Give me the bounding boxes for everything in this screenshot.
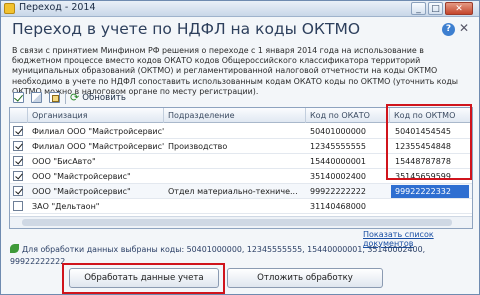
okato-cell: 50401000000: [310, 127, 366, 136]
header-check: [10, 108, 28, 123]
okato-cell: 35140002400: [310, 172, 366, 181]
oktmo-edit-field[interactable]: 99922222332: [391, 185, 469, 198]
oktmo-cell[interactable]: 35145659599: [391, 169, 471, 184]
refresh-button[interactable]: ⟳ Обновить: [70, 91, 126, 105]
okato-oktmo-table[interactable]: Организация Подразделение Код по ОКАТО К…: [9, 107, 473, 229]
status-text: Для обработки данных выбраны коды: 50401…: [10, 245, 426, 266]
toolbar-separator: [65, 92, 66, 104]
dept-cell: [164, 169, 306, 184]
dept-cell: [164, 199, 306, 214]
row-checkbox[interactable]: [13, 141, 23, 151]
info-leaf-icon: [10, 244, 19, 253]
row-checkbox[interactable]: [13, 126, 23, 136]
org-cell: ООО "Майстройсервис": [32, 172, 131, 181]
okato-cell: 31140468000: [310, 202, 366, 211]
dept-cell: Отдел материально-техниче...: [168, 187, 298, 196]
row-checkbox[interactable]: [13, 186, 23, 196]
okato-cell: 12345555555: [310, 142, 366, 151]
table-header: Организация Подразделение Код по ОКАТО К…: [10, 108, 472, 123]
dept-cell: Производство: [168, 142, 228, 151]
selected-codes-status: Для обработки данных выбраны коды: 50401…: [10, 244, 472, 266]
table-row[interactable]: ООО "Майстройсервис" 35140002400 3514565…: [10, 169, 472, 184]
page-title: Переход в учете по НДФЛ на коды ОКТМО: [12, 20, 361, 38]
heading-row: Переход в учете по НДФЛ на коды ОКТМО ? …: [1, 18, 479, 43]
row-checkbox[interactable]: [13, 201, 23, 211]
minimize-button[interactable]: _: [411, 2, 426, 15]
horizontal-scrollbar[interactable]: [10, 216, 472, 228]
org-cell: Филиал ООО "Майстройсервис" в г. Нов...: [32, 142, 164, 151]
oktmo-cell[interactable]: 12355454848: [391, 139, 471, 154]
refresh-label: Обновить: [82, 93, 126, 103]
close-icon[interactable]: ✕: [459, 21, 469, 35]
check-all-icon[interactable]: [13, 92, 24, 103]
help-icon[interactable]: ?: [442, 23, 455, 36]
open-document-icon[interactable]: [49, 92, 60, 103]
table-row[interactable]: Филиал ООО "Майстройсервис" в г. Нов... …: [10, 124, 472, 139]
header-dept[interactable]: Подразделение: [164, 108, 306, 123]
dialog-window: Переход - 2014 _ □ ✕ Переход в учете по …: [0, 0, 480, 295]
scrollbar-thumb[interactable]: [22, 219, 452, 226]
table-row[interactable]: ООО "БисАвто" 15440000001 15448787878: [10, 154, 472, 169]
org-cell: ООО "БисАвто": [32, 157, 96, 166]
maximize-button[interactable]: □: [428, 2, 443, 15]
org-cell: ЗАО "Дельтаон": [32, 202, 100, 211]
table-row[interactable]: Филиал ООО "Майстройсервис" в г. Нов... …: [10, 139, 472, 154]
uncheck-all-icon[interactable]: [31, 92, 42, 103]
table-row[interactable]: ЗАО "Дельтаон" 31140468000: [10, 199, 472, 214]
okato-cell: 15440000001: [310, 157, 366, 166]
table-toolbar: ⟳ Обновить: [9, 90, 469, 106]
header-oktmo[interactable]: Код по ОКТМО: [390, 108, 472, 123]
org-cell: ООО "Майстройсервис": [32, 187, 131, 196]
defer-processing-button[interactable]: Отложить обработку: [227, 268, 383, 288]
app-icon: [4, 3, 15, 14]
header-okato[interactable]: Код по ОКАТО: [306, 108, 390, 123]
dept-cell: [164, 124, 306, 139]
oktmo-cell[interactable]: 15448787878: [391, 154, 471, 169]
table-row-selected[interactable]: ООО "Майстройсервис" Отдел материально-т…: [10, 184, 472, 199]
header-org[interactable]: Организация: [28, 108, 164, 123]
oktmo-cell[interactable]: 50401454545: [391, 124, 471, 139]
title-bar: Переход - 2014 _ □ ✕: [1, 1, 479, 17]
oktmo-cell[interactable]: [391, 199, 471, 214]
dept-cell: [164, 154, 306, 169]
okato-cell: 99922222222: [310, 187, 366, 196]
window-title: Переход - 2014: [19, 2, 96, 13]
process-data-button[interactable]: Обработать данные учета: [69, 268, 219, 288]
org-cell: Филиал ООО "Майстройсервис" в г. Нов...: [32, 127, 164, 136]
row-checkbox[interactable]: [13, 171, 23, 181]
window-close-button[interactable]: ✕: [445, 2, 473, 15]
row-checkbox[interactable]: [13, 156, 23, 166]
refresh-icon: ⟳: [70, 91, 80, 104]
